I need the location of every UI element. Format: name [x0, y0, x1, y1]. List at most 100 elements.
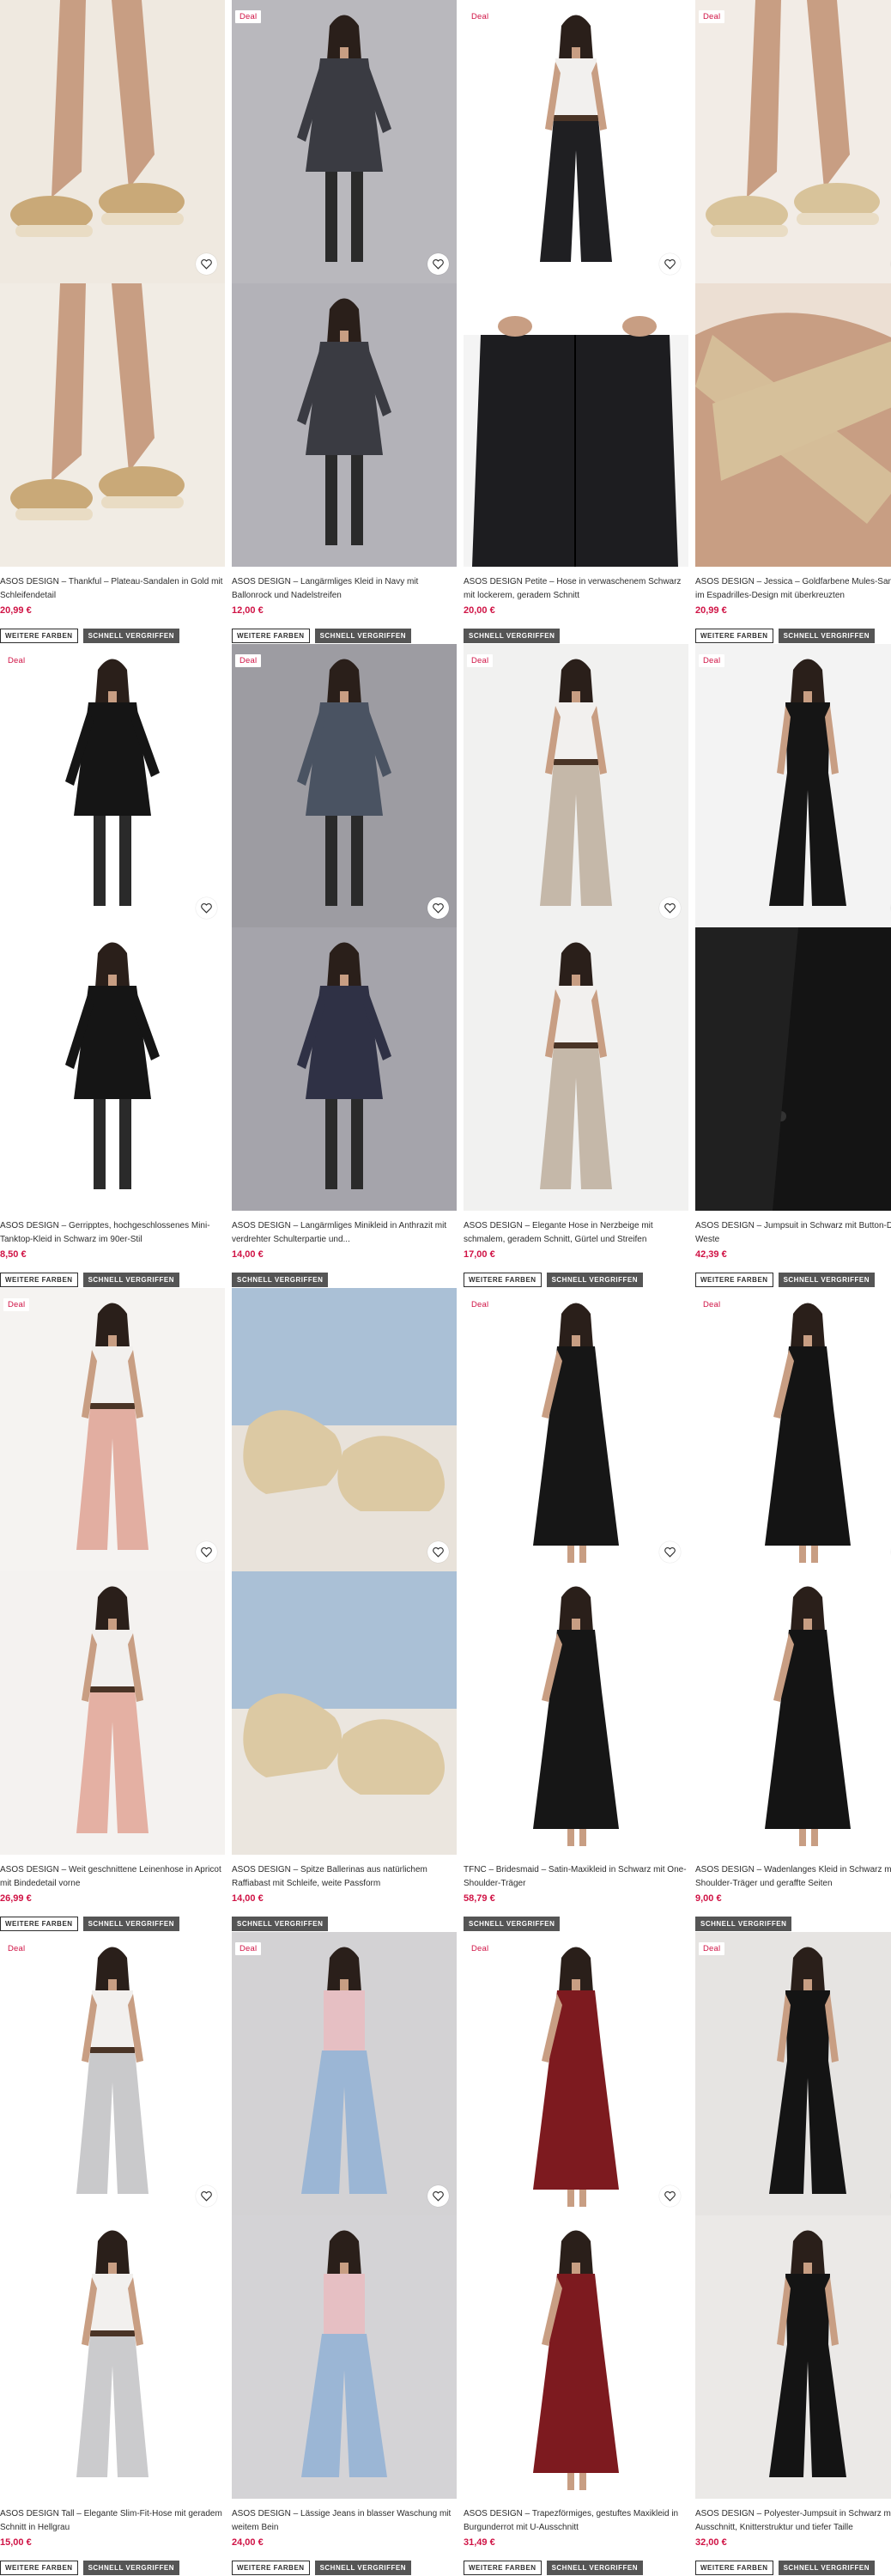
product-card[interactable]: Deal ASOS DESIGN – Elegante Hose in Nerzb… [464, 644, 688, 1288]
product-card[interactable]: Deal ASOS DESIGN – Jumpsuit in Schwarz mi… [695, 644, 891, 1288]
product-title[interactable]: ASOS DESIGN Petite – Hose in verwaschene… [464, 575, 688, 603]
product-title[interactable]: ASOS DESIGN – Trapezförmiges, gestuftes … [464, 2507, 688, 2535]
product-price: 17,00 € [464, 1249, 495, 1260]
product-image[interactable] [464, 1932, 688, 2215]
product-image-alt[interactable] [695, 927, 891, 1211]
product-image-alt[interactable] [232, 2215, 457, 2499]
product-badges: SCHNELL VERGRIFFEN [232, 1273, 329, 1287]
product-card[interactable]: Deal ASOS DESIGN – Polyester-Jumpsuit in … [695, 1932, 891, 2576]
save-for-later-button[interactable] [427, 1541, 449, 1563]
product-image-alt[interactable] [464, 2215, 688, 2499]
product-title[interactable]: ASOS DESIGN – Thankful – Plateau-Sandale… [0, 575, 225, 603]
product-title[interactable]: ASOS DESIGN – Polyester-Jumpsuit in Schw… [695, 2507, 891, 2535]
product-card[interactable]: Deal ASOS DESIGN – Jessica – Goldfarbene … [695, 0, 891, 644]
heart-icon [664, 1546, 676, 1558]
save-for-later-button[interactable] [427, 897, 449, 919]
save-for-later-button[interactable] [659, 253, 681, 275]
heart-icon [433, 1546, 444, 1558]
product-card[interactable]: Deal ASOS DESIGN – Weit geschnittene Lein… [0, 1288, 225, 1932]
heart-icon [433, 902, 444, 914]
product-image[interactable] [695, 0, 891, 283]
product-badges: SCHNELL VERGRIFFEN [232, 1917, 329, 1931]
product-image[interactable] [695, 1932, 891, 2215]
save-for-later-button[interactable] [196, 1541, 217, 1563]
product-image-alt[interactable] [0, 283, 225, 567]
save-for-later-button[interactable] [427, 253, 449, 275]
product-price: 31,49 € [464, 2537, 495, 2548]
product-title[interactable]: ASOS DESIGN – Gerripptes, hochgeschlosse… [0, 1219, 225, 1247]
save-for-later-button[interactable] [659, 1541, 681, 1563]
product-image[interactable] [464, 644, 688, 927]
product-price: 20,99 € [695, 605, 727, 616]
product-image-alt[interactable] [232, 1571, 457, 1855]
product-title[interactable]: ASOS DESIGN – Langärmliges Kleid in Navy… [232, 575, 457, 603]
selling-fast-badge: SCHNELL VERGRIFFEN [778, 629, 875, 643]
product-image[interactable] [232, 0, 457, 283]
deal-badge: Deal [3, 1298, 30, 1311]
product-image-alt[interactable] [0, 927, 225, 1211]
product-title[interactable]: ASOS DESIGN – Jumpsuit in Schwarz mit Bu… [695, 1219, 891, 1247]
product-title[interactable]: ASOS DESIGN – Langärmliges Minikleid in … [232, 1219, 457, 1247]
product-image-alt[interactable] [0, 1571, 225, 1855]
product-card[interactable]: Deal ASOS DESIGN – Langärmliges Minikleid… [232, 644, 457, 1288]
product-image-alt[interactable] [695, 283, 891, 567]
product-image[interactable] [0, 644, 225, 927]
selling-fast-badge: SCHNELL VERGRIFFEN [778, 1273, 875, 1287]
product-price: 9,00 € [695, 1893, 722, 1904]
product-image-alt[interactable] [464, 1571, 688, 1855]
selling-fast-badge: SCHNELL VERGRIFFEN [232, 1273, 329, 1287]
product-card[interactable]: Deal ASOS DESIGN – Langärmliges Kleid in … [232, 0, 457, 644]
product-image[interactable] [0, 1932, 225, 2215]
product-title[interactable]: ASOS DESIGN – Elegante Hose in Nerzbeige… [464, 1219, 688, 1247]
product-card[interactable]: ASOS DESIGN – Spitze Ballerinas aus natü… [232, 1288, 457, 1932]
product-price: 14,00 € [232, 1249, 264, 1260]
product-image[interactable] [232, 1288, 457, 1571]
product-image[interactable] [0, 0, 225, 283]
more-colors-badge: WEITERE FARBEN [0, 2561, 78, 2575]
save-for-later-button[interactable] [659, 2185, 681, 2207]
product-title[interactable]: ASOS DESIGN – Weit geschnittene Leinenho… [0, 1863, 225, 1891]
product-title[interactable]: ASOS DESIGN Tall – Elegante Slim-Fit-Hos… [0, 2507, 225, 2535]
product-image[interactable] [695, 644, 891, 927]
product-image-alt[interactable] [695, 1571, 891, 1855]
product-title[interactable]: ASOS DESIGN – Spitze Ballerinas aus natü… [232, 1863, 457, 1891]
product-image-alt[interactable] [464, 927, 688, 1211]
product-badges: WEITERE FARBEN SCHNELL VERGRIFFEN [0, 1917, 179, 1931]
product-price: 42,39 € [695, 1249, 727, 1260]
save-for-later-button[interactable] [427, 2185, 449, 2207]
product-image[interactable] [0, 1288, 225, 1571]
deal-badge: Deal [235, 654, 262, 667]
save-for-later-button[interactable] [196, 2185, 217, 2207]
more-colors-badge: WEITERE FARBEN [232, 2561, 310, 2575]
product-image[interactable] [695, 1288, 891, 1571]
selling-fast-badge: SCHNELL VERGRIFFEN [464, 629, 561, 643]
product-card[interactable]: Deal ASOS PETITE ASOS DESIGN Petite – Hose… [464, 0, 688, 644]
product-card[interactable]: Deal TFNC – Bridesmaid – Satin-Maxikleid … [464, 1288, 688, 1932]
product-card[interactable]: Deal ASOS DESIGN – Wadenlanges Kleid in S… [695, 1288, 891, 1932]
product-title[interactable]: ASOS DESIGN – Jessica – Goldfarbene Mule… [695, 575, 891, 603]
more-colors-badge: WEITERE FARBEN [464, 1273, 542, 1287]
product-card[interactable]: ASOS DESIGN – Thankful – Plateau-Sandale… [0, 0, 225, 644]
product-image[interactable] [232, 644, 457, 927]
product-image[interactable] [232, 1932, 457, 2215]
more-colors-badge: WEITERE FARBEN [464, 2561, 542, 2575]
product-image-alt[interactable] [232, 283, 457, 567]
product-image[interactable] [464, 1288, 688, 1571]
product-image-alt[interactable] [464, 283, 688, 567]
product-card[interactable]: Deal ASOS DESIGN – Gerripptes, hochgeschl… [0, 644, 225, 1288]
save-for-later-button[interactable] [196, 253, 217, 275]
product-image-alt[interactable] [695, 2215, 891, 2499]
product-title[interactable]: ASOS DESIGN – Wadenlanges Kleid in Schwa… [695, 1863, 891, 1891]
product-image-alt[interactable] [0, 2215, 225, 2499]
save-for-later-button[interactable] [196, 897, 217, 919]
product-card[interactable]: Deal ASOS DESIGN Tall – Elegante Slim-Fit… [0, 1932, 225, 2576]
product-title[interactable]: ASOS DESIGN – Lässige Jeans in blasser W… [232, 2507, 457, 2535]
product-card[interactable]: Deal ASOS DESIGN – Lässige Jeans in blass… [232, 1932, 457, 2576]
product-image-alt[interactable] [232, 927, 457, 1211]
product-image[interactable] [464, 0, 688, 283]
product-card[interactable]: Deal ASOS DESIGN – Trapezförmiges, gestuf… [464, 1932, 688, 2576]
product-badges: WEITERE FARBEN SCHNELL VERGRIFFEN [695, 629, 875, 643]
save-for-later-button[interactable] [659, 897, 681, 919]
deal-badge: Deal [699, 654, 725, 667]
product-title[interactable]: TFNC – Bridesmaid – Satin-Maxikleid in S… [464, 1863, 688, 1891]
